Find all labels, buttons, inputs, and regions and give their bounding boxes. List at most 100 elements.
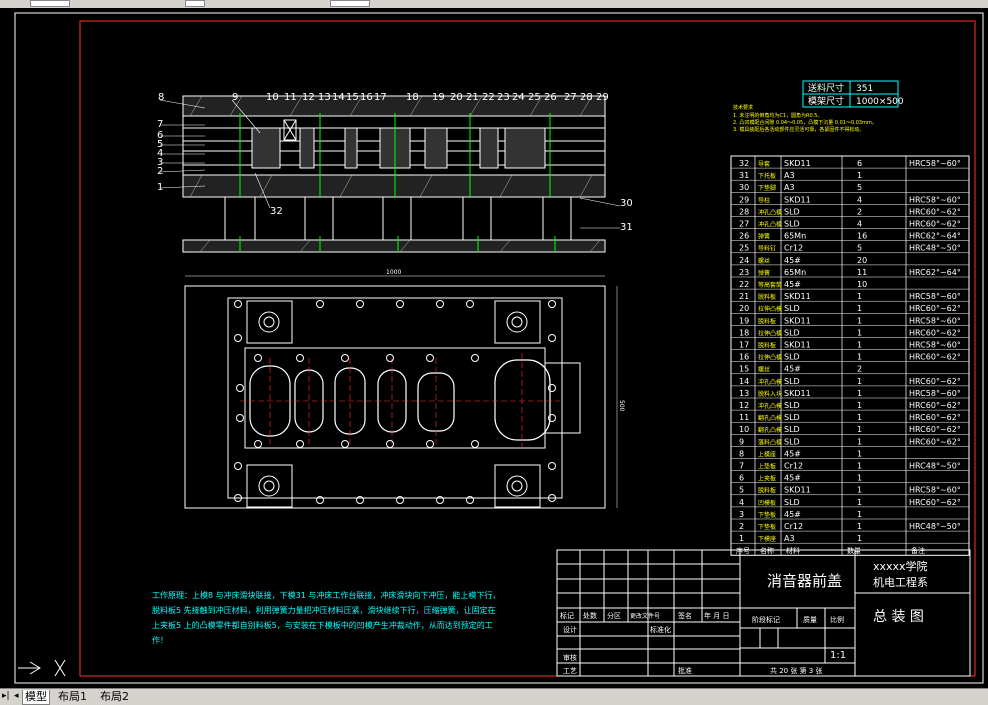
bom-cell: SLD [784,425,800,434]
layer-dropdown[interactable] [30,0,70,7]
bom-cell: 拉伸凸模 [758,354,782,362]
bom-cell: 10 [739,425,749,434]
bom-cell: HRC48°~50° [909,244,961,253]
part-label-32: 32 [270,206,283,217]
bom-cell: HRC58°~60° [909,195,961,204]
tech-req-line: 3. 模具装配后各活动部件应灵活可靠，各紧固件不得松动。 [733,126,864,133]
bom-cell: SKD11 [784,389,811,398]
screw-hole [548,334,556,342]
bom-row: 31 下托板 A3 1 [739,171,862,180]
bom-cell: 2 [857,365,862,374]
bom-cell: 1 [857,522,862,531]
bom-cell: 1 [857,510,862,519]
bom-cell: HRC58°~60° [909,486,961,495]
nav-first-icon[interactable]: ▸| [2,691,10,701]
work-principle-line: 工作原理：上模8 与冲床滑块联接，下模31 与冲床工作台联接，冲床滑块向下冲压，… [152,590,500,600]
bom-cell: SLD [784,413,800,422]
bom-cell: 45# [784,449,801,458]
bom-cell: HRC60°~62° [909,207,961,216]
toolbar-button[interactable] [185,0,205,7]
bom-cell: HRC60°~62° [909,353,961,362]
bom-cell: 上模座 [758,450,776,458]
hdr-sign: 签名 [678,611,692,620]
bom-cell: HRC62°~64° [909,268,961,277]
dim-height-label: 500 [618,400,625,412]
bom-cell: SKD11 [784,341,811,350]
bom-cell: 6 [739,474,744,483]
bom-row: 11 翻孔凸模 SLD 1 HRC60°~62° [739,413,961,422]
bom-cell: Cr12 [784,522,803,531]
bom-cell: 1 [857,377,862,386]
bom-cell: 18 [739,328,749,337]
screw-hole [254,354,262,362]
bom-cell: HRC58°~60° [909,341,961,350]
bom-cell: A3 [784,171,795,180]
bom-cell: 31 [739,171,749,180]
part-label-14: 14 [332,92,345,103]
bom-cell: 30 [739,183,749,192]
property-dropdown[interactable] [330,0,370,7]
bom-row: 20 拉伸凸模 SLD 1 HRC60°~62° [739,304,961,313]
process-label: 工艺 [563,667,577,675]
bom-cell: 螺丝 [758,366,770,374]
screw-hole [296,354,304,362]
bom-cell: HRC60°~62° [909,328,961,337]
part-label-18: 18 [406,92,419,103]
bom-cell: 1 [857,474,862,483]
bom-cell: 26 [739,232,749,241]
bom-cell: 1 [857,353,862,362]
bom-row: 26 弹簧 65Mn 16 HRC62°~64° [739,232,961,241]
screw-hole [356,300,364,308]
screw-hole [234,334,242,342]
bom-cell: 1 [739,534,744,543]
bom-row: 15 螺丝 45# 2 [739,365,862,374]
tech-req-title: 技术要求 [733,104,753,111]
screw-hole [471,354,479,362]
bom-cell: 冲孔凸模 [758,378,782,386]
tab-model[interactable]: 模型 [22,690,50,705]
bom-cell: HRC58°~60° [909,389,961,398]
bom-cell: 11 [739,413,749,422]
ratio-label: 比例 [830,615,844,624]
tech-requirements: 技术要求 1. 未注明的倒角均为C1，圆角为R0.5。 2. 凸凹模配合间隙 0… [733,104,877,133]
bom-cell: 45# [784,256,801,265]
tab-layout2[interactable]: 布局2 [98,690,131,704]
bom-cell: 45# [784,474,801,483]
bom-row: 6 上夹板 45# 1 [739,474,862,483]
bom-cell: 1 [857,389,862,398]
bom-cell: 1 [857,292,862,301]
part-label-10: 10 [266,92,279,103]
school-name: xxxxx学院 [873,559,928,573]
bom-cell: 2 [739,522,744,531]
plan-view: 1000 500 [184,269,625,509]
part-label-16: 16 [360,92,373,103]
bom-cell: 脱料板 [758,342,776,350]
tab-layout1[interactable]: 布局1 [56,690,89,704]
bom-row: 24 螺丝 45# 20 [739,256,867,265]
bom-cell: 冲孔凸模 [758,208,782,216]
bom-cell: 脱料入块 [758,390,782,398]
bom-table: 32 导套 SKD11 6 HRC58°~60°31 下托板 A3 130 下垫脚 A3 529 导柱… [730,155,970,556]
part-label-24: 24 [512,92,525,103]
top-toolbar-strip [0,0,988,8]
part-label-12: 12 [302,92,315,103]
bom-cell: HRC58°~60° [909,316,961,325]
centerlines [240,353,560,448]
work-principle-line: 作！ [152,635,168,645]
screw-hole [236,414,244,422]
bom-header-cell: 备注 [911,546,925,555]
bom-cell: SLD [784,437,800,446]
bom-cell: 冲孔凸模 [758,402,782,410]
part-label-29: 29 [596,92,609,103]
work-principle: 工作原理：上模8 与冲床滑块联接，下模31 与冲床工作台联接，冲床滑块向下冲压，… [152,590,500,645]
nav-prev-icon[interactable]: ◂ [14,691,19,701]
drawing-canvas[interactable]: 8 9 10 11 12 13 14 15 16 17 18 19 20 21 22 23 24 25 26 27 28… [0,8,988,688]
hdr-count: 处数 [583,611,597,620]
bom-row: 4 凹模板 SLD 1 HRC60°~62° [739,498,961,507]
bom-cell: 弹簧 [758,269,770,277]
part-label-8: 8 [158,92,164,103]
bom-cell: 15 [739,365,749,374]
part-label-28: 28 [580,92,593,103]
size-label-frame: 模架尺寸 [808,95,844,107]
bom-cell: Cr12 [784,244,803,253]
